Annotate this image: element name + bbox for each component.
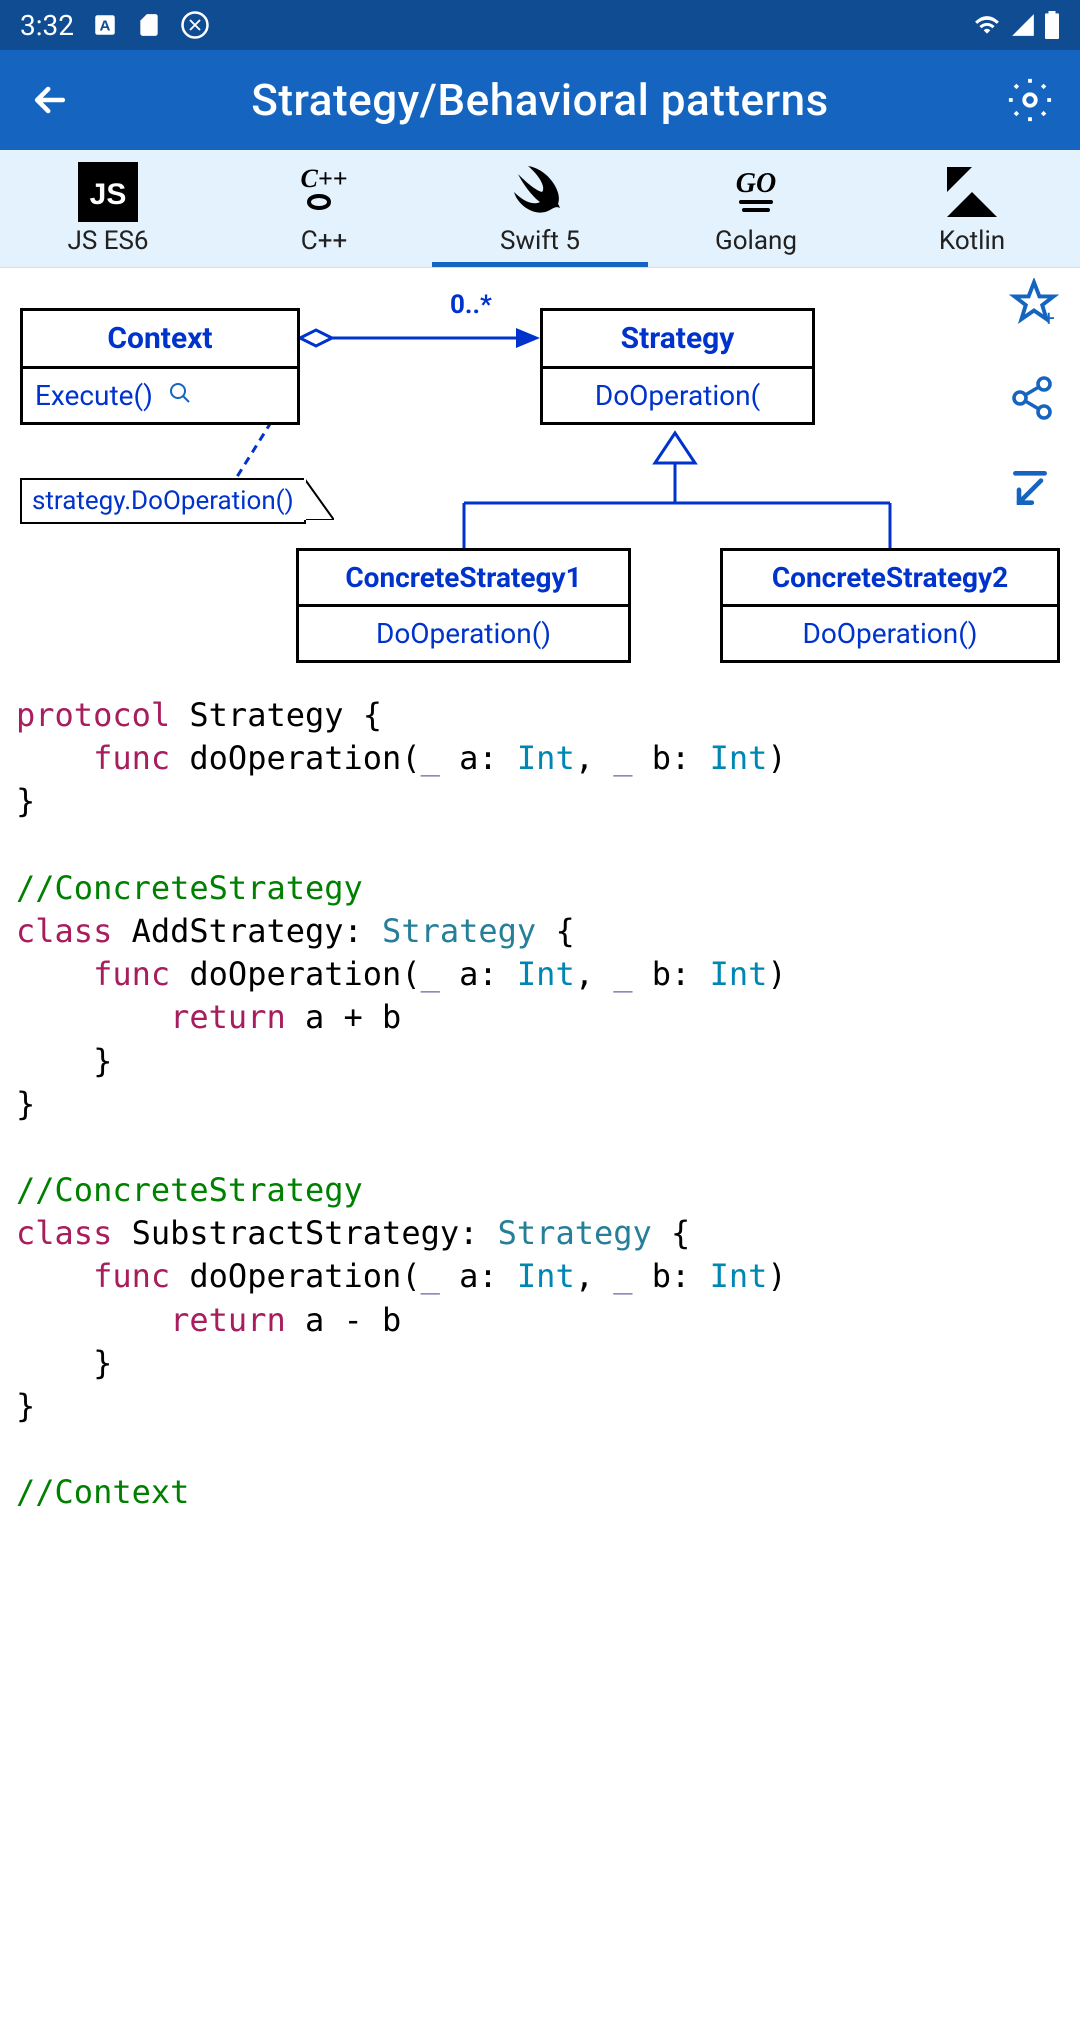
collapse-button[interactable] bbox=[1008, 466, 1060, 514]
svg-text:C++: C++ bbox=[301, 164, 348, 193]
uml-diagram[interactable]: 0..* Context Execute() Strategy DoOperat… bbox=[0, 268, 1080, 678]
wifi-icon bbox=[972, 12, 1002, 38]
uml-concrete1-title: ConcreteStrategy1 bbox=[299, 551, 628, 607]
uml-concrete1-method: DoOperation() bbox=[299, 607, 628, 660]
uml-note: strategy.DoOperation() bbox=[20, 478, 306, 524]
tab-js-es6[interactable]: JS JS ES6 bbox=[0, 150, 216, 267]
uml-concrete2-box: ConcreteStrategy2 DoOperation() bbox=[720, 548, 1060, 663]
share-button[interactable] bbox=[1008, 374, 1060, 426]
status-bar: 3:32 A bbox=[0, 0, 1080, 50]
uml-context-method: Execute() bbox=[23, 369, 297, 422]
tab-golang[interactable]: GO Golang bbox=[648, 150, 864, 267]
tab-label: Kotlin bbox=[939, 226, 1005, 256]
uml-strategy-method: DoOperation( bbox=[543, 369, 812, 422]
js-icon: JS bbox=[78, 162, 138, 222]
tab-kotlin[interactable]: Kotlin bbox=[864, 150, 1080, 267]
status-time: 3:32 bbox=[20, 9, 74, 42]
uml-concrete2-title: ConcreteStrategy2 bbox=[723, 551, 1057, 607]
tab-cpp[interactable]: C++ C++ bbox=[216, 150, 432, 267]
page-title: Strategy/Behavioral patterns bbox=[80, 74, 1000, 126]
battery-icon bbox=[1044, 11, 1060, 39]
svg-text:A: A bbox=[100, 17, 111, 34]
uml-context-box: Context Execute() bbox=[20, 308, 300, 425]
golang-icon: GO bbox=[726, 162, 786, 222]
uml-strategy-title: Strategy bbox=[543, 311, 812, 369]
uml-strategy-box: Strategy DoOperation( bbox=[540, 308, 815, 425]
kotlin-icon bbox=[942, 162, 1002, 222]
uml-concrete1-box: ConcreteStrategy1 DoOperation() bbox=[296, 548, 631, 663]
tab-label: Swift 5 bbox=[500, 226, 580, 256]
settings-button[interactable] bbox=[1000, 77, 1060, 123]
app-bar: Strategy/Behavioral patterns bbox=[0, 50, 1080, 150]
favorite-button[interactable]: + bbox=[1008, 278, 1060, 334]
sd-card-icon bbox=[136, 12, 162, 38]
magnify-icon bbox=[168, 379, 192, 412]
multiplicity-label: 0..* bbox=[450, 290, 492, 320]
cpp-icon: C++ bbox=[294, 162, 354, 222]
signal-icon bbox=[1010, 12, 1036, 38]
svg-text:JS: JS bbox=[90, 178, 127, 211]
tab-label: Golang bbox=[715, 226, 797, 256]
svg-text:GO: GO bbox=[736, 168, 776, 199]
svg-text:+: + bbox=[1043, 307, 1055, 330]
code-view[interactable]: protocol Strategy { func doOperation(_ a… bbox=[0, 678, 1080, 1531]
language-tabs: JS JS ES6 C++ C++ Swift 5 GO Golang Kotl… bbox=[0, 150, 1080, 268]
tab-label: C++ bbox=[301, 226, 347, 256]
uml-context-title: Context bbox=[23, 311, 297, 369]
keyboard-icon: A bbox=[92, 12, 118, 38]
swift-icon bbox=[510, 162, 570, 222]
tab-label: JS ES6 bbox=[67, 226, 148, 256]
uml-concrete2-method: DoOperation() bbox=[723, 607, 1057, 660]
diagram-actions: + bbox=[1008, 278, 1060, 514]
back-button[interactable] bbox=[20, 78, 80, 122]
no-sync-icon bbox=[180, 10, 210, 40]
tab-swift[interactable]: Swift 5 bbox=[432, 150, 648, 267]
